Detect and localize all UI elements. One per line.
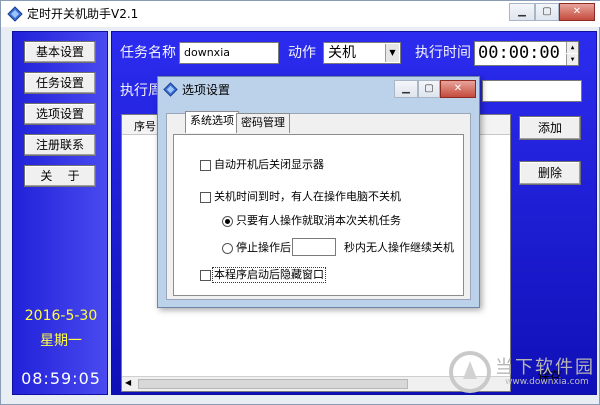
dialog-minimize-button[interactable]: ▁: [394, 80, 418, 98]
close-monitor-label: 自动开机后关闭显示器: [214, 158, 324, 171]
watermark: 当下软件园 www.downxia.com: [449, 351, 599, 401]
exec-time-value: 00:00:00: [478, 43, 560, 63]
current-date: 2016-5-30: [24, 308, 98, 324]
minimize-button[interactable]: ▁: [509, 3, 535, 21]
exec-time-input[interactable]: 00:00:00 ▲ ▼: [474, 41, 579, 66]
current-time: 08:59:05: [21, 369, 101, 388]
exec-time-label: 执行时间: [415, 45, 471, 61]
nav-basic-settings[interactable]: 基本设置: [24, 41, 96, 63]
nav-about[interactable]: 关 于: [24, 165, 96, 187]
tab-system-options[interactable]: 系统选项: [185, 111, 239, 133]
dialog-app-icon: [163, 82, 178, 97]
watermark-url: www.downxia.com: [505, 377, 589, 387]
scroll-thumb[interactable]: [138, 379, 408, 389]
spin-down-icon[interactable]: ▼: [566, 54, 578, 65]
stop-after-seconds-input[interactable]: [292, 238, 336, 256]
add-button[interactable]: 添加: [519, 116, 581, 140]
main-window: 定时开关机助手V2.1 ▁ ▢ ✕ 基本设置 任务设置 选项设置 注册联系 关 …: [0, 0, 600, 405]
action-select-value: 关机: [328, 45, 356, 61]
dialog-body: 系统选项 密码管理 自动开机后关闭显示器 关机时间到时，有人在操作电脑不关机 只…: [166, 111, 471, 300]
no-shutdown-checkbox[interactable]: [200, 192, 211, 203]
hide-window-label: 本程序启动后隐藏窗口: [212, 267, 326, 283]
app-icon: [7, 6, 23, 22]
nav-task-settings[interactable]: 任务设置: [24, 72, 96, 94]
title-bar: 定时开关机助手V2.1 ▁ ▢ ✕: [1, 1, 600, 27]
spin-up-icon[interactable]: ▲: [566, 42, 578, 53]
current-weekday: 星期一: [40, 333, 82, 349]
stop-after-suffix-label: 秒内无人操作继续关机: [344, 241, 454, 254]
window-title: 定时开关机助手V2.1: [27, 7, 139, 21]
options-dialog: 选项设置 ▁ ▢ ✕ 系统选项 密码管理 自动开机后关闭显示器 关机时间到时，有…: [157, 76, 480, 308]
hide-window-checkbox[interactable]: [200, 270, 211, 281]
exec-period-label: 执行周: [120, 83, 162, 99]
close-monitor-checkbox[interactable]: [200, 160, 211, 171]
no-shutdown-label: 关机时间到时，有人在操作电脑不关机: [214, 190, 401, 203]
period-input[interactable]: [482, 80, 582, 102]
dialog-title: 选项设置: [182, 83, 231, 97]
stop-after-radio[interactable]: [222, 243, 233, 254]
chevron-down-icon[interactable]: ▼: [385, 44, 399, 62]
dialog-maximize-button[interactable]: ▢: [418, 80, 440, 98]
dialog-close-button[interactable]: ✕: [440, 80, 476, 98]
cancel-if-operating-label: 只要有人操作就取消本次关机任务: [236, 214, 401, 227]
nav-register-contact[interactable]: 注册联系: [24, 134, 96, 156]
close-button[interactable]: ✕: [559, 3, 595, 21]
cancel-if-operating-radio[interactable]: [222, 216, 233, 227]
watermark-title: 当下软件园: [495, 357, 595, 378]
maximize-button[interactable]: ▢: [535, 3, 559, 21]
watermark-logo-icon: [449, 351, 491, 393]
task-name-input[interactable]: downxia: [179, 42, 279, 64]
system-options-panel: 自动开机后关闭显示器 关机时间到时，有人在操作电脑不关机 只要有人操作就取消本次…: [173, 134, 464, 296]
column-seq[interactable]: 序号: [134, 118, 156, 134]
action-label: 动作: [288, 45, 316, 61]
left-nav-panel: 基本设置 任务设置 选项设置 注册联系 关 于 2016-5-30 星期一 08…: [12, 31, 108, 395]
stop-after-prefix-label: 停止操作后: [236, 241, 291, 254]
scroll-left-icon[interactable]: ◀: [125, 378, 131, 387]
task-name-label: 任务名称: [120, 45, 176, 61]
tab-password-management[interactable]: 密码管理: [236, 113, 290, 133]
nav-option-settings[interactable]: 选项设置: [24, 103, 96, 125]
delete-button[interactable]: 删除: [519, 161, 581, 185]
action-select[interactable]: 关机 ▼: [323, 42, 401, 64]
